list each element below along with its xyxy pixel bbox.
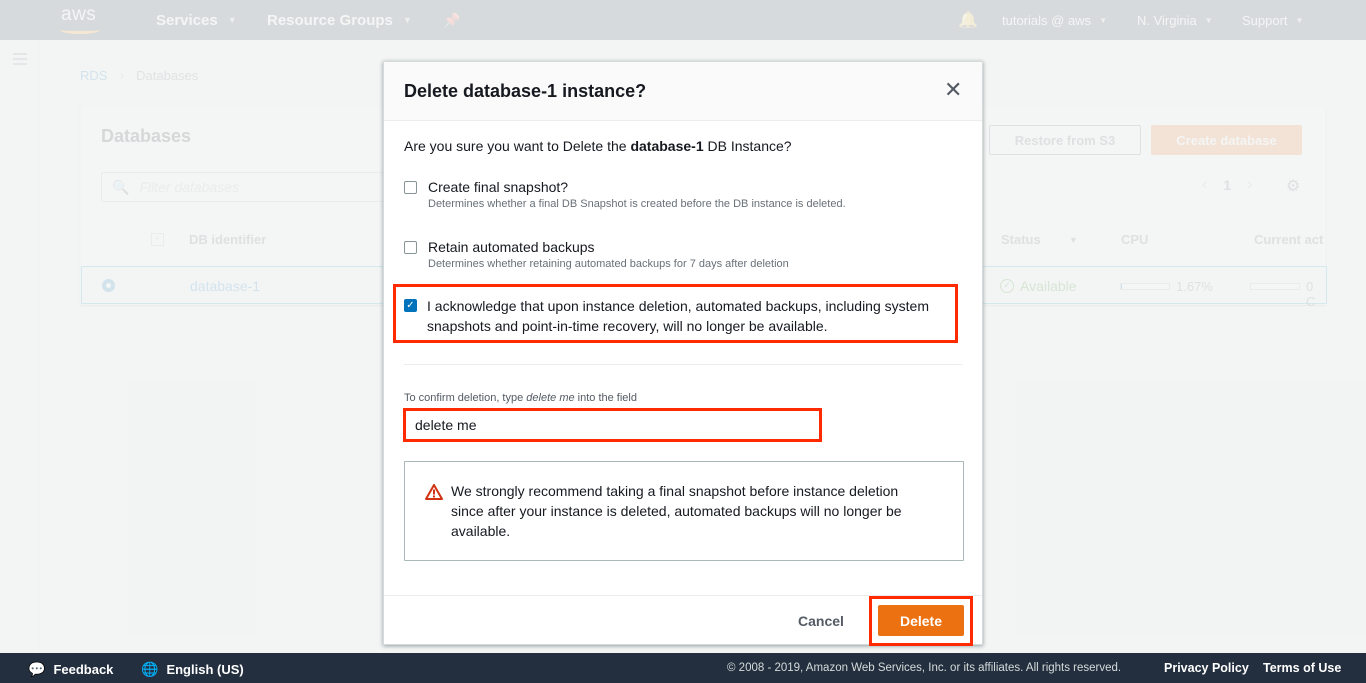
- warning-alert: We strongly recommend taking a final sna…: [404, 461, 964, 561]
- privacy-policy-link[interactable]: Privacy Policy: [1164, 661, 1249, 675]
- modal-title: Delete database-1 instance?: [404, 81, 647, 101]
- retain-backups-label[interactable]: Retain automated backups: [428, 239, 595, 255]
- feedback-label: Feedback: [53, 662, 114, 677]
- copyright-text: © 2008 - 2019, Amazon Web Services, Inc.…: [727, 662, 1122, 674]
- retain-backups-description: Determines whether retaining automated b…: [428, 258, 789, 270]
- speech-bubble-icon: 💬: [28, 661, 46, 677]
- warning-icon: [425, 484, 443, 500]
- language-label: English (US): [166, 662, 244, 677]
- confirm-label-phrase: delete me: [526, 392, 575, 404]
- question-db-name: database-1: [630, 138, 704, 154]
- close-icon[interactable]: ✕: [944, 79, 962, 101]
- create-final-snapshot-checkbox[interactable]: [404, 181, 417, 194]
- retain-backups-checkbox[interactable]: [404, 241, 417, 254]
- delete-instance-modal: Delete database-1 instance? ✕ Are you su…: [383, 61, 983, 646]
- confirm-label-prefix: To confirm deletion, type: [404, 392, 527, 404]
- acknowledge-checkbox[interactable]: ✓: [404, 299, 417, 312]
- confirm-deletion-input[interactable]: [403, 408, 822, 442]
- cancel-button[interactable]: Cancel: [798, 613, 844, 629]
- confirm-label-suffix: into the field: [574, 392, 637, 404]
- modal-header: Delete database-1 instance? ✕: [384, 62, 982, 121]
- page-footer: 💬 Feedback 🌐 English (US) © 2008 - 2019,…: [0, 653, 1366, 683]
- acknowledge-label[interactable]: I acknowledge that upon instance deletio…: [427, 296, 952, 336]
- language-selector[interactable]: 🌐 English (US): [141, 661, 244, 678]
- globe-icon: 🌐: [141, 661, 159, 677]
- create-final-snapshot-label[interactable]: Create final snapshot?: [428, 179, 568, 195]
- question-prefix: Are you sure you want to Delete the: [404, 138, 631, 154]
- feedback-link[interactable]: 💬 Feedback: [28, 661, 113, 678]
- question-suffix: DB Instance?: [703, 138, 792, 154]
- confirmation-question: Are you sure you want to Delete the data…: [404, 138, 792, 154]
- divider: [404, 364, 962, 365]
- terms-of-use-link[interactable]: Terms of Use: [1263, 661, 1341, 675]
- warning-text: We strongly recommend taking a final sna…: [451, 483, 902, 539]
- delete-button[interactable]: Delete: [878, 605, 964, 636]
- modal-footer: Cancel Delete: [384, 595, 982, 646]
- confirm-deletion-label: To confirm deletion, type delete me into…: [404, 392, 637, 404]
- create-final-snapshot-description: Determines whether a final DB Snapshot i…: [428, 198, 846, 210]
